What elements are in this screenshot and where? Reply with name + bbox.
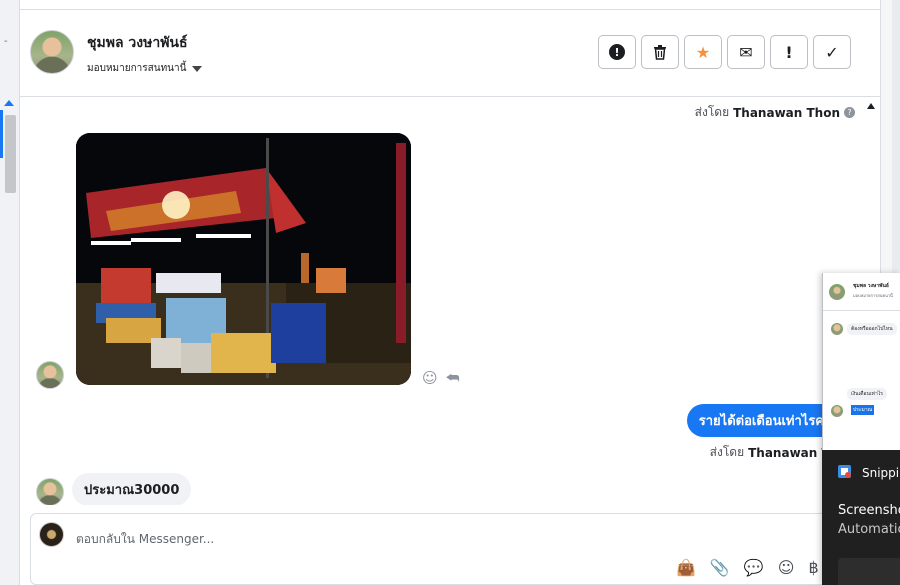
star-button[interactable]: ★ [684, 35, 722, 69]
notification-body: Automatic [838, 522, 900, 537]
contact-avatar-small[interactable] [36, 361, 64, 389]
currency-icon[interactable]: ฿ [808, 558, 818, 577]
snipping-tool-notification[interactable]: Snippin Screensho Automatic [822, 450, 900, 585]
sent-by-label: ส่งโดย Thanawan Thon ? [695, 103, 855, 122]
shared-photo[interactable] [76, 133, 411, 385]
selected-conversation-accent [0, 110, 3, 158]
scroll-up-arrow-icon[interactable] [867, 103, 875, 109]
exclamation-circle-icon: ! [609, 44, 625, 60]
messenger-inbox-window: - ชุมพล วงษาพันธ์ มอบหมายการสนทนานี้ ! ★… [0, 0, 900, 585]
preview-avatar [829, 284, 845, 300]
preview-contact-name: ชุมพล วงษาพันธ์ [853, 283, 889, 289]
incoming-message-text: ประมาณ30000 [84, 483, 180, 498]
outgoing-message-text: รายได้ต่อเดือนเท่าไรคะ [698, 414, 831, 429]
star-icon: ★ [695, 42, 711, 62]
notification-action-button[interactable] [838, 558, 900, 585]
snipping-tool-icon [838, 465, 851, 478]
reply-icon[interactable]: ⮪ [446, 369, 460, 387]
report-button[interactable]: ! [598, 35, 636, 69]
page-avatar [39, 522, 64, 547]
preview-bubble-1: ต้องหรือออกไปไหน [847, 323, 897, 335]
outgoing-message-bubble[interactable]: รายได้ต่อเดือนเท่าไรคะ [686, 404, 843, 437]
left-tick: - [4, 36, 8, 47]
done-button[interactable]: ✓ [813, 35, 851, 69]
preview-avatar-2 [831, 323, 843, 335]
snipping-tool-title: Snippin [862, 466, 900, 480]
top-toolbar-edge [20, 0, 880, 10]
reply-composer: ตอบกลับใน Messenger... 👜 📎 💬 ☺ ฿ [30, 513, 880, 585]
conversation-header: ชุมพล วงษาพันธ์ มอบหมายการสนทนานี้ ! ★ ✉… [20, 10, 880, 97]
header-actions: ! ★ ✉ ! ✓ [598, 35, 851, 69]
sent-by-prefix: ส่งโดย [709, 445, 745, 459]
preview-header: ชุมพล วงษาพันธ์ มอบหมายการสนทนานี้ [823, 273, 900, 311]
emoji-icon[interactable]: ☺ [778, 558, 795, 577]
saved-replies-icon[interactable]: 💬 [744, 558, 764, 577]
notification-heading: Screensho [838, 503, 900, 518]
sent-by-prefix: ส่งโดย [694, 105, 730, 119]
trash-icon [654, 45, 666, 60]
sent-by-name: Thanawan Thon [733, 105, 840, 120]
exclamation-icon: ! [785, 42, 793, 62]
react-emoji-icon[interactable]: ☺ [422, 369, 438, 387]
contact-avatar-small-2[interactable] [36, 478, 64, 505]
left-panel-strip: - [0, 0, 20, 585]
envelope-icon: ✉ [739, 42, 753, 62]
help-icon[interactable]: ? [844, 107, 855, 118]
composer-tools: 👜 📎 💬 ☺ ฿ [676, 558, 819, 577]
check-icon: ✓ [825, 42, 839, 62]
chevron-down-icon [192, 65, 203, 72]
preview-assign-label: มอบหมายการสนทนานี้ [853, 293, 893, 298]
preview-selected-text: ประมาณ [851, 405, 875, 415]
assign-conversation-dropdown[interactable]: มอบหมายการสนทนานี้ [87, 61, 203, 76]
attachment-icon[interactable]: 📎 [710, 558, 730, 577]
left-scrollbar-thumb[interactable] [5, 115, 16, 193]
left-scroll-up-arrow[interactable] [4, 100, 14, 106]
preview-bubble-2: เงินเดือนเท่าไร [847, 388, 887, 400]
mark-unread-button[interactable]: ✉ [727, 35, 765, 69]
incoming-message-bubble[interactable]: ประมาณ30000 [72, 473, 192, 505]
assign-label: มอบหมายการสนทนานี้ [87, 63, 187, 74]
contact-name[interactable]: ชุมพล วงษาพันธ์ [87, 32, 188, 54]
message-actions: ☺ ⮪ [422, 369, 460, 387]
contact-avatar[interactable] [30, 30, 74, 74]
reply-input[interactable]: ตอบกลับใน Messenger... [76, 530, 214, 549]
market-stall-photo [76, 133, 411, 385]
spam-button[interactable]: ! [770, 35, 808, 69]
message-thread: ส่งโดย Thanawan Thon ? ☺ ⮪ รายได้ต่อเดือ… [20, 97, 863, 505]
preview-avatar-3 [831, 405, 843, 417]
shopping-bag-icon[interactable]: 👜 [676, 558, 696, 577]
delete-button[interactable] [641, 35, 679, 69]
